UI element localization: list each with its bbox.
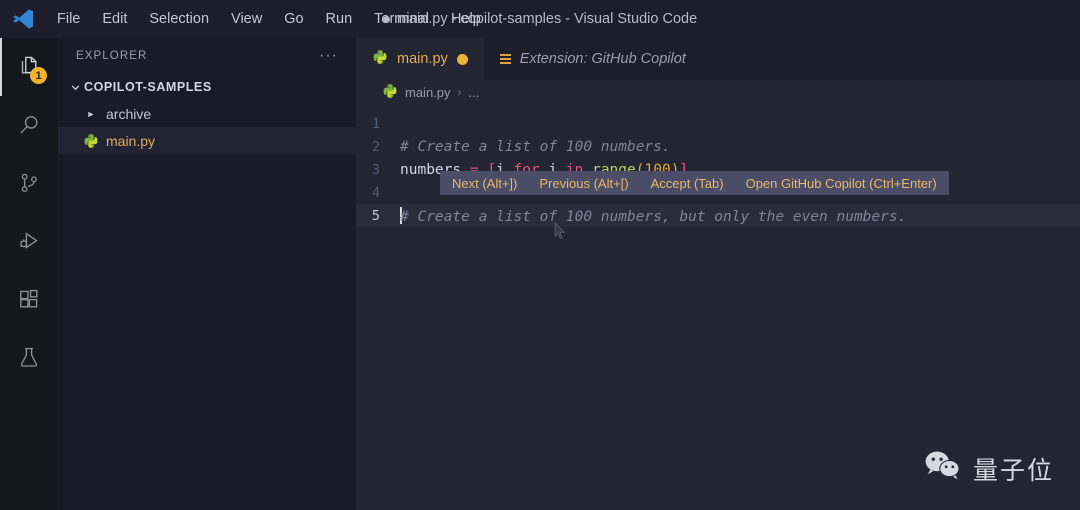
- activity-item-extensions[interactable]: [0, 270, 58, 328]
- tree-item-main-py[interactable]: main.py: [58, 127, 356, 154]
- sidebar-header: EXPLORER ···: [58, 38, 356, 74]
- explorer-badge: 1: [30, 67, 47, 84]
- breadcrumb-file[interactable]: main.py: [405, 85, 451, 100]
- tree-item-archive[interactable]: ► archive: [58, 100, 356, 127]
- chevron-right-icon: ►: [86, 108, 96, 119]
- breadcrumb-tail[interactable]: ...: [469, 85, 480, 100]
- activity-item-search[interactable]: [0, 96, 58, 154]
- code-line-2: 2 # Create a list of 100 numbers.: [356, 135, 1080, 158]
- watermark-text: 量子位: [972, 456, 1054, 485]
- mouse-pointer-icon: [554, 222, 566, 245]
- chevron-down-icon: [66, 82, 84, 93]
- line-number: 5: [371, 207, 380, 224]
- copilot-accept-button[interactable]: Accept (Tab): [651, 176, 724, 191]
- activity-item-source-control[interactable]: [0, 154, 58, 212]
- activity-item-run-and-debug[interactable]: [0, 212, 58, 270]
- tab-main-py[interactable]: main.py: [356, 38, 484, 80]
- search-icon: [20, 116, 38, 134]
- breadcrumb-separator-icon: ›: [457, 85, 462, 99]
- python-file-icon: [82, 133, 100, 149]
- sidebar-more-actions-button[interactable]: ···: [315, 47, 342, 65]
- run-debug-icon: [20, 232, 38, 249]
- line-content: # Create a list of 100 numbers, but only…: [400, 206, 907, 225]
- copilot-next-button[interactable]: Next (Alt+]): [452, 176, 517, 191]
- activity-item-explorer[interactable]: 1: [0, 38, 58, 96]
- code-editor[interactable]: 1 2 # Create a list of 100 numbers. 3 nu…: [356, 104, 1080, 227]
- python-icon-glyph: [84, 133, 98, 148]
- tab-main-py-label: main.py: [397, 51, 448, 67]
- sidebar-title: EXPLORER: [76, 50, 148, 62]
- line-number: 2: [371, 138, 380, 155]
- explorer-root-folder[interactable]: COPILOT-SAMPLES: [58, 74, 356, 100]
- menu-item-view[interactable]: View: [220, 7, 273, 31]
- line-number: 1: [371, 115, 380, 132]
- title-bar: File Edit Selection View Go Run Terminal…: [0, 0, 1080, 38]
- beaker-icon: [20, 347, 38, 367]
- editor-group: main.py Extension: GitHub Copilot main.p…: [356, 38, 1080, 510]
- tree-item-archive-label: archive: [106, 105, 152, 122]
- menu-item-file[interactable]: File: [46, 7, 91, 31]
- python-icon: [372, 49, 388, 69]
- breadcrumb: main.py › ...: [356, 80, 1080, 104]
- tab-extension-label: Extension: GitHub Copilot: [519, 51, 686, 67]
- activity-bar: 1: [0, 38, 58, 510]
- menu-item-terminal[interactable]: Terminal: [363, 7, 440, 31]
- copilot-open-panel-button[interactable]: Open GitHub Copilot (Ctrl+Enter): [746, 176, 937, 191]
- tree-item-main-py-label: main.py: [106, 132, 156, 149]
- line-number: 4: [371, 184, 380, 201]
- copilot-suggestion-toolbar: Next (Alt+]) Previous (Alt+[) Accept (Ta…: [440, 171, 949, 195]
- wechat-icon: [923, 449, 963, 488]
- activity-item-testing[interactable]: [0, 328, 58, 386]
- code-line-5: 5 # Create a list of 100 numbers, but on…: [356, 204, 1080, 227]
- menu-item-run[interactable]: Run: [315, 7, 364, 31]
- extension-icon: [499, 54, 511, 64]
- extensions-icon: [20, 289, 38, 308]
- line-content: # Create a list of 100 numbers.: [400, 138, 671, 155]
- breadcrumb-python-icon: [382, 83, 398, 102]
- menu-item-help[interactable]: Help: [440, 7, 492, 31]
- menu-item-edit[interactable]: Edit: [91, 7, 138, 31]
- menu-bar: File Edit Selection View Go Run Terminal…: [46, 7, 492, 31]
- menu-item-go[interactable]: Go: [273, 7, 314, 31]
- copilot-previous-button[interactable]: Previous (Alt+[): [539, 176, 628, 191]
- watermark: 量子位: [923, 449, 1054, 488]
- tab-extension-github-copilot[interactable]: Extension: GitHub Copilot: [484, 38, 702, 80]
- vscode-logo-icon: [0, 0, 46, 38]
- tab-dirty-indicator-icon[interactable]: [456, 53, 468, 65]
- vscode-window: File Edit Selection View Go Run Terminal…: [0, 0, 1080, 510]
- explorer-sidebar: EXPLORER ··· COPILOT-SAMPLES ► archive m: [58, 38, 356, 510]
- menu-item-selection[interactable]: Selection: [138, 7, 220, 31]
- explorer-root-folder-label: COPILOT-SAMPLES: [84, 80, 212, 94]
- editor-tab-bar: main.py Extension: GitHub Copilot: [356, 38, 1080, 80]
- source-control-icon: [21, 173, 37, 193]
- line-number: 3: [371, 161, 380, 178]
- code-line-1: 1: [356, 112, 1080, 135]
- copilot-ghost-text: # Create a list of 100 numbers, but only…: [400, 208, 907, 225]
